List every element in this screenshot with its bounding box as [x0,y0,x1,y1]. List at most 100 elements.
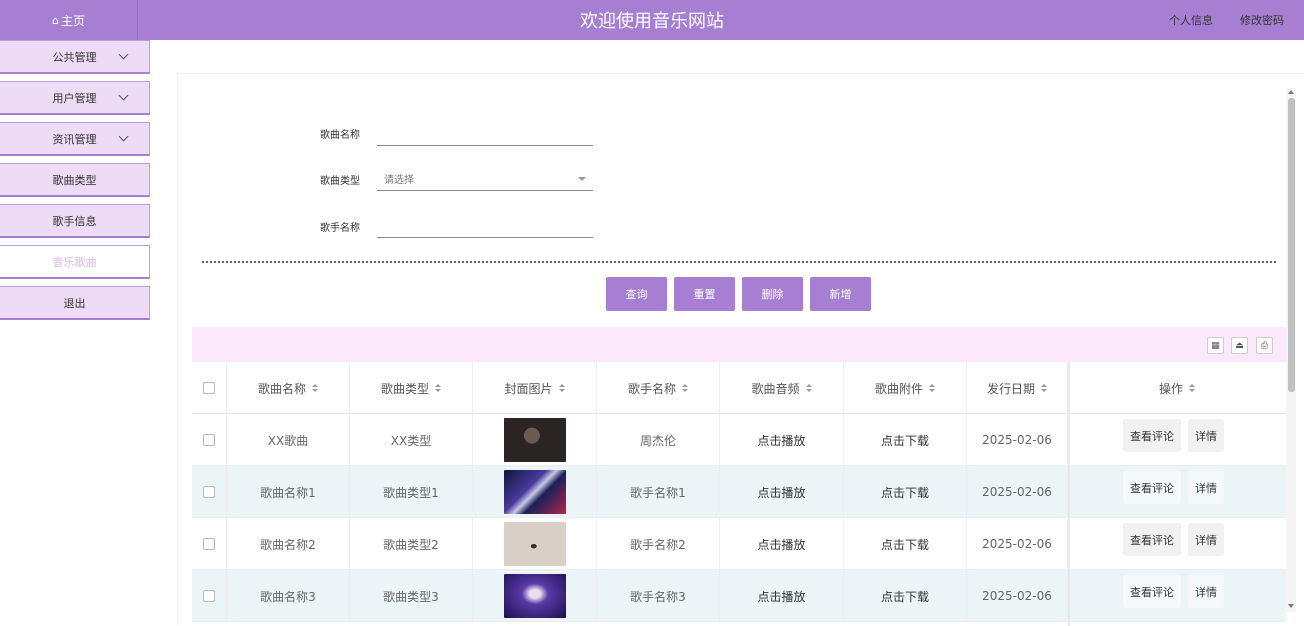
divider [202,261,1276,263]
release-date-cell: 2025-02-06 [967,466,1068,518]
site-title: 欢迎使用音乐网站 [580,11,724,32]
song-name-cell: 歌曲名称2 [227,518,350,570]
download-attachment-link[interactable]: 点击下载 [844,466,967,518]
table-toolbar: ▦ ⏏ ⎙ [192,327,1286,362]
release-date-cell: 2025-02-06 [967,570,1068,622]
sort-icon[interactable] [558,383,565,393]
table-row: XX歌曲 XX类型 周杰伦 点击播放 点击下载 2025-02-06 查看评论 … [192,414,1286,466]
sidebar-item-label: 歌手信息 [52,214,97,228]
singer-cell: 周杰伦 [597,414,720,466]
detail-button[interactable]: 详情 [1188,575,1224,608]
song-type-cell: 歌曲类型1 [350,466,473,518]
view-comments-button[interactable]: 查看评论 [1123,523,1181,556]
column-header[interactable]: 发行日期 [967,362,1068,414]
song-name-cell: 歌曲名称1 [227,466,350,518]
top-bar: 欢迎使用音乐网站 ⌂ 主页 个人信息 修改密码 [0,0,1304,40]
singer-name-input[interactable] [377,214,593,238]
sidebar-item-news-management[interactable]: 资讯管理 [0,122,150,156]
home-icon: ⌂ [52,13,59,27]
sidebar-item-public-management[interactable]: 公共管理 [0,40,150,74]
row-checkbox[interactable] [203,486,215,498]
scroll-down-icon[interactable] [1288,604,1294,608]
sidebar-item-song-types[interactable]: 歌曲类型 [0,163,150,197]
song-type-select[interactable]: 请选择 [377,167,593,191]
columns-icon[interactable]: ▦ [1207,337,1224,354]
delete-button[interactable]: 删除 [742,277,803,311]
sort-icon[interactable] [435,383,441,393]
profile-link[interactable]: 个人信息 [1169,0,1213,40]
column-header[interactable]: 歌手名称 [597,362,720,414]
sidebar-item-logout[interactable]: 退出 [0,286,150,320]
sort-icon[interactable] [682,383,688,393]
query-button[interactable]: 查询 [606,277,667,311]
cover-image[interactable] [503,522,566,566]
detail-button[interactable]: 详情 [1188,523,1224,556]
songs-table: ▦ ⏏ ⎙ 歌曲名称 歌曲类型 封面图片 歌手名称 歌曲音频 歌曲附件 发行日期… [192,327,1286,626]
singer-name-label: 歌手名称 [320,223,360,234]
sidebar-item-label: 音乐歌曲 [52,255,97,269]
column-header[interactable]: 歌曲名称 [227,362,350,414]
download-attachment-link[interactable]: 点击下载 [844,414,967,466]
table-header: 歌曲名称 歌曲类型 封面图片 歌手名称 歌曲音频 歌曲附件 发行日期 操作 [192,362,1286,414]
row-checkbox[interactable] [203,538,215,550]
release-date-cell: 2025-02-06 [967,414,1068,466]
change-password-link[interactable]: 修改密码 [1240,0,1284,40]
download-attachment-link[interactable]: 点击下载 [844,570,967,622]
sidebar-item-label: 歌曲类型 [52,173,97,187]
sort-icon[interactable] [929,383,935,393]
table-row: 歌曲名称2 歌曲类型2 歌手名称2 点击播放 点击下载 2025-02-06 查… [192,518,1286,570]
sort-icon[interactable] [805,383,812,393]
singer-cell: 歌手名称1 [597,466,720,518]
sidebar-item-label: 退出 [63,296,86,310]
column-header[interactable]: 操作 [1068,362,1286,414]
sidebar-item-label: 资讯管理 [52,132,97,146]
view-comments-button[interactable]: 查看评论 [1123,575,1181,608]
sort-icon[interactable] [312,383,318,393]
sidebar-item-user-management[interactable]: 用户管理 [0,81,150,115]
main-panel: 歌曲名称 歌曲类型 请选择 歌手名称 查询 重置 删除 新增 ▦ ⏏ ⎙ 歌曲名… [177,73,1304,626]
chevron-down-icon [118,90,129,101]
song-name-label: 歌曲名称 [320,130,360,141]
sort-icon[interactable] [1041,383,1047,393]
cover-image[interactable] [503,574,566,618]
sidebar-item-label: 用户管理 [52,91,97,105]
reset-button[interactable]: 重置 [674,277,735,311]
print-icon[interactable]: ⎙ [1256,337,1273,354]
scroll-up-icon[interactable] [1288,90,1294,94]
song-type-placeholder: 请选择 [384,175,414,186]
cover-image[interactable] [503,470,566,514]
sidebar-item-singer-info[interactable]: 歌手信息 [0,204,150,238]
sidebar-item-label: 公共管理 [52,50,97,64]
song-name-input[interactable] [377,122,593,146]
scrollbar-thumb[interactable] [1288,98,1295,392]
select-all-checkbox[interactable] [203,382,215,394]
cover-image[interactable] [503,418,566,462]
home-button[interactable]: ⌂ 主页 [0,0,138,40]
select-all-cell [192,362,227,414]
column-header[interactable]: 歌曲附件 [844,362,967,414]
song-name-cell: 歌曲名称3 [227,570,350,622]
song-type-cell: 歌曲类型3 [350,570,473,622]
column-header[interactable]: 歌曲类型 [350,362,473,414]
column-header[interactable]: 封面图片 [473,362,597,414]
row-checkbox[interactable] [203,590,215,602]
detail-button[interactable]: 详情 [1188,419,1224,452]
add-button[interactable]: 新增 [810,277,871,311]
fixed-column-shadow [1068,362,1070,626]
sort-icon[interactable] [1189,383,1195,393]
detail-button[interactable]: 详情 [1188,471,1224,504]
view-comments-button[interactable]: 查看评论 [1123,419,1181,452]
play-audio-link[interactable]: 点击播放 [720,570,844,622]
export-icon[interactable]: ⏏ [1231,337,1248,354]
song-type-label: 歌曲类型 [320,176,360,187]
row-checkbox[interactable] [203,434,215,446]
play-audio-link[interactable]: 点击播放 [720,414,844,466]
sidebar-item-music-songs[interactable]: 音乐歌曲 [0,245,150,279]
singer-cell: 歌手名称2 [597,518,720,570]
view-comments-button[interactable]: 查看评论 [1123,471,1181,504]
download-attachment-link[interactable]: 点击下载 [844,518,967,570]
play-audio-link[interactable]: 点击播放 [720,518,844,570]
chevron-down-icon [118,131,129,142]
play-audio-link[interactable]: 点击播放 [720,466,844,518]
column-header[interactable]: 歌曲音频 [720,362,844,414]
